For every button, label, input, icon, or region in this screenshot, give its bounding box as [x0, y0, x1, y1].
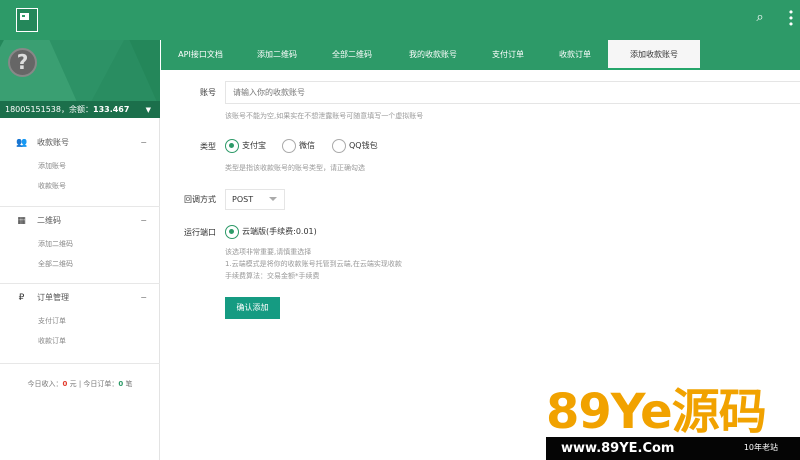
orders-unit: 笔 — [125, 380, 133, 388]
users-icon: 👥 — [16, 138, 28, 148]
stats-separator: | — [78, 380, 82, 388]
tab-my-accounts[interactable]: 我的收款账号 — [392, 40, 474, 70]
income-label: 今日收入： — [27, 380, 63, 388]
run-label: 运行端口 — [184, 228, 216, 237]
payment-icon: ₽ — [18, 293, 25, 303]
type-label: 类型 — [200, 142, 216, 151]
search-icon[interactable]: ⌕ — [753, 11, 767, 25]
account-help: 该账号不能为空,如果实在不想泄露账号可随意填写一个虚拟账号 — [225, 112, 424, 120]
tab-pay-orders[interactable]: 支付订单 — [476, 40, 540, 70]
run-help-line-1: 该选项非常重要,请慎重选择 — [225, 248, 312, 256]
app-logo[interactable] — [16, 8, 38, 32]
qrcode-icon: ▦ — [17, 216, 26, 226]
callback-label: 回调方式 — [184, 195, 216, 204]
sidebar-divider — [0, 283, 160, 284]
tab-api-docs[interactable]: API接口文档 — [164, 40, 237, 70]
collapse-icon[interactable]: − — [140, 130, 147, 156]
menu-title-accounts[interactable]: 👥 收款账号 − — [0, 130, 160, 156]
tab-receive-orders[interactable]: 收款订单 — [543, 40, 607, 70]
income-unit: 元 — [69, 380, 77, 388]
caret-down-icon[interactable]: ▼ — [146, 102, 151, 118]
profile-panel: ? 18005151538，余额：133.467 ▼ — [0, 40, 160, 118]
radio-cloud[interactable]: 云端版(手续费:0.01) — [225, 225, 317, 239]
radio-wechat[interactable]: 微信 — [282, 139, 315, 153]
sidebar-item-add-qrcode[interactable]: 添加二维码 — [0, 234, 160, 254]
menu-group-qrcode: ▦ 二维码 − 添加二维码 全部二维码 — [0, 208, 160, 274]
tab-add-account[interactable]: 添加收款账号 — [608, 40, 700, 70]
run-help-line-2: 1.云端模式是将你的收款账号托管到云端,在云端实现收款 — [225, 260, 402, 268]
radio-alipay[interactable]: 支付宝 — [225, 139, 266, 153]
callback-select[interactable]: POST — [225, 189, 285, 210]
chevron-down-icon — [269, 197, 277, 201]
collapse-icon[interactable]: − — [140, 208, 147, 234]
watermark-brand: 89Ye源码 — [546, 384, 767, 440]
menu-label: 订单管理 — [37, 293, 69, 302]
tab-all-qrcode[interactable]: 全部二维码 — [316, 40, 388, 70]
orders-label: 今日订单： — [83, 380, 119, 388]
orders-value: 0 — [118, 380, 124, 388]
sidebar-divider — [0, 363, 160, 364]
account-number: 18005151538，余额： — [5, 105, 93, 114]
logo-icon — [20, 13, 29, 20]
type-help: 类型是指该收款账号的账号类型，请正确勾选 — [225, 164, 365, 172]
collapse-icon[interactable]: − — [140, 285, 147, 311]
today-stats: 今日收入：0 元 | 今日订单：0 笔 — [0, 377, 160, 391]
watermark-site: www.89YE.Com — [561, 441, 675, 456]
menu-group-orders: ₽ 订单管理 − 支付订单 收款订单 — [0, 285, 160, 351]
account-input[interactable] — [225, 81, 800, 104]
avatar[interactable]: ? — [8, 48, 37, 77]
submit-button[interactable]: 确认添加 — [225, 297, 280, 319]
menu-label: 收款账号 — [37, 138, 69, 147]
menu-title-qrcode[interactable]: ▦ 二维码 − — [0, 208, 160, 234]
account-label: 账号 — [200, 88, 216, 97]
menu-title-orders[interactable]: ₽ 订单管理 − — [0, 285, 160, 311]
sidebar-item-all-qrcode[interactable]: 全部二维码 — [0, 254, 160, 274]
tab-bar: API接口文档 添加二维码 全部二维码 我的收款账号 支付订单 收款订单 添加收… — [161, 40, 800, 70]
sidebar-divider — [0, 206, 160, 207]
sidebar: ? 18005151538，余额：133.467 ▼ 👥 收款账号 − 添加账号… — [0, 40, 160, 460]
watermark-note: 10年老站 — [743, 443, 778, 452]
sidebar-item-add-account[interactable]: 添加账号 — [0, 156, 160, 176]
run-help-line-3: 手续费算法：交易金额*手续费 — [225, 272, 320, 280]
watermark-bar: www.89YE.Com 10年老站 — [546, 437, 800, 460]
radio-qq-wallet[interactable]: QQ钱包 — [332, 139, 378, 153]
sidebar-item-receive-orders[interactable]: 收款订单 — [0, 331, 160, 351]
sidebar-item-pay-orders[interactable]: 支付订单 — [0, 311, 160, 331]
site-watermark: 89Ye源码 www.89YE.Com 10年老站 — [546, 385, 800, 460]
callback-value: POST — [232, 195, 254, 204]
menu-label: 二维码 — [37, 216, 61, 225]
more-vertical-icon[interactable]: • • • — [786, 7, 796, 30]
balance-value: 133.467 — [93, 105, 130, 114]
income-value: 0 — [62, 380, 68, 388]
tab-add-qrcode[interactable]: 添加二维码 — [241, 40, 313, 70]
top-bar: ⌕ • • • — [0, 0, 800, 40]
sidebar-item-accounts[interactable]: 收款账号 — [0, 176, 160, 196]
account-balance-bar[interactable]: 18005151538，余额：133.467 ▼ — [0, 101, 160, 118]
menu-group-accounts: 👥 收款账号 − 添加账号 收款账号 — [0, 130, 160, 196]
